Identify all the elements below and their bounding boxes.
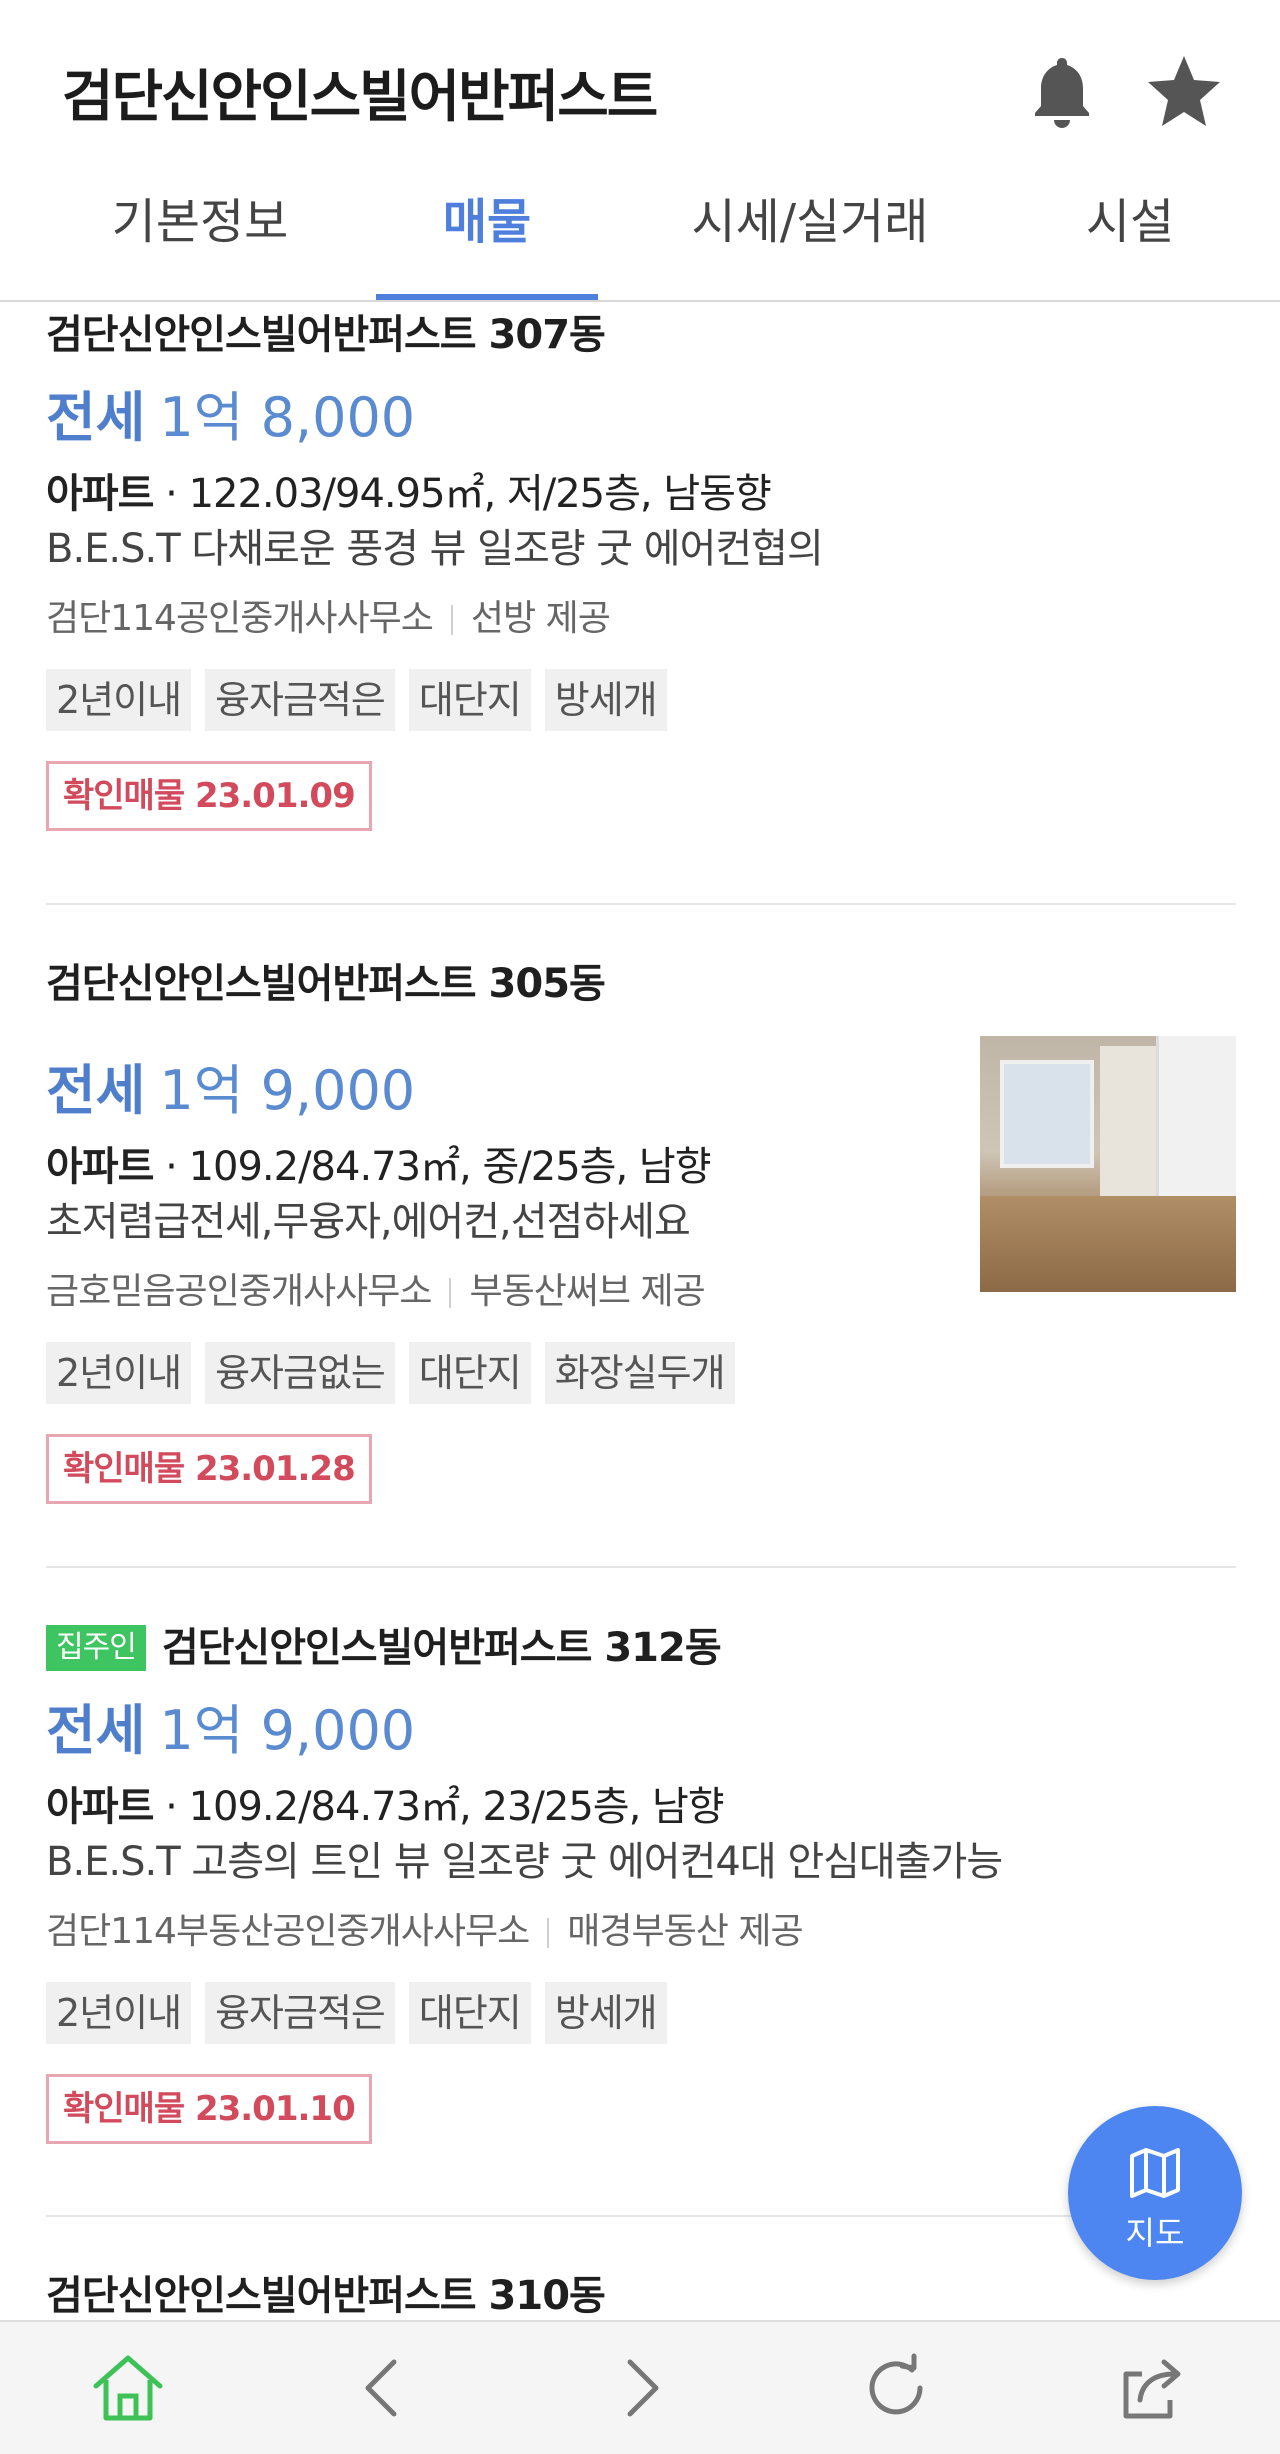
listing-description: B.E.S.T 다채로운 풍경 뷰 일조량 굿 에어컨협의: [46, 526, 824, 572]
price-value: 1억 9,000: [159, 1699, 416, 1762]
tag: 방세개: [544, 669, 667, 731]
separator: [547, 1918, 550, 1948]
tag-list: 2년이내 융자금적은 대단지 방세개: [46, 1982, 1236, 2044]
tag: 2년이내: [46, 1342, 192, 1404]
verified-badge: 확인매물 23.01.09: [46, 761, 372, 831]
page-title: 검단신안인스빌어반퍼스트: [62, 65, 658, 130]
listing-spec: 아파트 · 122.03/94.95㎡, 저/25층, 남동향: [46, 471, 772, 517]
agency-name: 금호믿음공인중개사사무소: [46, 1271, 432, 1312]
owner-badge: 집주인: [46, 1625, 146, 1671]
tag-list: 2년이내 융자금적은 대단지 방세개: [46, 669, 1236, 731]
spec-text: 109.2/84.73㎡, 중/25층, 남향: [188, 1144, 712, 1190]
tab-listings[interactable]: 매물: [376, 170, 598, 300]
listing-title: 검단신안인스빌어반퍼스트 310동: [46, 2273, 606, 2319]
spec-text: 109.2/84.73㎡, 23/25층, 남향: [188, 1784, 725, 1830]
listing-agency: 검단114공인중개사사무소 선방 제공: [46, 593, 1236, 645]
verified-badge: 확인매물 23.01.10: [46, 2074, 372, 2144]
agency-name: 검단114공인중개사사무소: [46, 598, 434, 639]
provider: 부동산써브 제공: [469, 1271, 705, 1312]
tab-price-transactions[interactable]: 시세/실거래: [660, 170, 960, 298]
listing-price: 전세 1억 8,000: [46, 383, 1236, 453]
property-type: 아파트: [46, 1144, 154, 1190]
property-type: 아파트: [46, 1784, 154, 1830]
map-icon: [1130, 2148, 1180, 2198]
map-button-label: 지도: [1125, 2214, 1185, 2252]
listing-item[interactable]: 집주인 검단신안인스빌어반퍼스트 312동 전세 1억 9,000 아파트 · 10…: [46, 1618, 1236, 2144]
agency-name: 검단114부동산공인중개사사무소: [46, 1911, 530, 1952]
home-icon[interactable]: [88, 2348, 168, 2428]
tag: 융자금없는: [205, 1342, 395, 1404]
bottom-navigation: [0, 2320, 1280, 2454]
listing-price: 전세 1억 9,000: [46, 1696, 1236, 1766]
listing-photo[interactable]: [980, 1036, 1236, 1292]
divider: [46, 1566, 1236, 1568]
provider: 선방 제공: [470, 598, 611, 639]
property-type: 아파트: [46, 471, 154, 517]
forward-icon[interactable]: [600, 2348, 680, 2428]
back-icon[interactable]: [344, 2348, 424, 2428]
separator: [450, 605, 453, 635]
listing-item[interactable]: 검단신안인스빌어반퍼스트 307동 전세 1억 8,000 아파트 · 122.0…: [46, 305, 1236, 831]
listing-item[interactable]: 검단신안인스빌어반퍼스트 310동: [46, 2266, 1236, 2326]
share-icon[interactable]: [1112, 2348, 1192, 2428]
listing-agency: 검단114부동산공인중개사사무소 매경부동산 제공: [46, 1906, 1236, 1958]
divider: [46, 903, 1236, 905]
tab-facilities[interactable]: 시설: [1060, 170, 1200, 298]
tag: 융자금적은: [205, 669, 395, 731]
deal-type: 전세: [46, 386, 146, 449]
app-header: 검단신안인스빌어반퍼스트 기본정보 매물 시세/실거래 시설: [0, 0, 1280, 302]
tab-bar: 기본정보 매물 시세/실거래 시설: [0, 170, 1280, 300]
tag: 2년이내: [46, 1982, 192, 2044]
listing-title: 검단신안인스빌어반퍼스트 307동: [46, 312, 606, 358]
divider: [46, 2215, 1236, 2217]
listing-description: B.E.S.T 고층의 트인 뷰 일조량 굿 에어컨4대 안심대출가능: [46, 1839, 1003, 1885]
price-value: 1억 9,000: [159, 1059, 416, 1122]
listing-title-row: 집주인 검단신안인스빌어반퍼스트 312동: [46, 1618, 1236, 1678]
tag: 화장실두개: [544, 1342, 735, 1404]
tag: 2년이내: [46, 669, 192, 731]
tab-basic-info[interactable]: 기본정보: [60, 170, 340, 298]
deal-type: 전세: [46, 1059, 146, 1122]
listing-spec: 아파트 · 109.2/84.73㎡, 23/25층, 남향: [46, 1784, 725, 1830]
refresh-icon[interactable]: [856, 2348, 936, 2428]
provider: 매경부동산 제공: [567, 1911, 803, 1952]
tag: 융자금적은: [205, 1982, 395, 2044]
tag: 대단지: [408, 669, 531, 731]
listing-title: 검단신안인스빌어반퍼스트 312동: [161, 1625, 722, 1671]
price-value: 1억 8,000: [159, 386, 416, 449]
tag: 대단지: [408, 1982, 531, 2044]
bell-icon[interactable]: [1020, 48, 1104, 132]
tag: 방세개: [544, 1982, 667, 2044]
star-icon[interactable]: [1142, 48, 1226, 132]
map-button[interactable]: 지도: [1068, 2106, 1242, 2280]
listing-title: 검단신안인스빌어반퍼스트 305동: [46, 961, 606, 1007]
verified-badge: 확인매물 23.01.28: [46, 1434, 372, 1504]
tag-list: 2년이내 융자금없는 대단지 화장실두개: [46, 1342, 1236, 1404]
separator: [449, 1278, 452, 1308]
tag: 대단지: [408, 1342, 531, 1404]
deal-type: 전세: [46, 1699, 146, 1762]
spec-text: 122.03/94.95㎡, 저/25층, 남동향: [188, 471, 772, 517]
